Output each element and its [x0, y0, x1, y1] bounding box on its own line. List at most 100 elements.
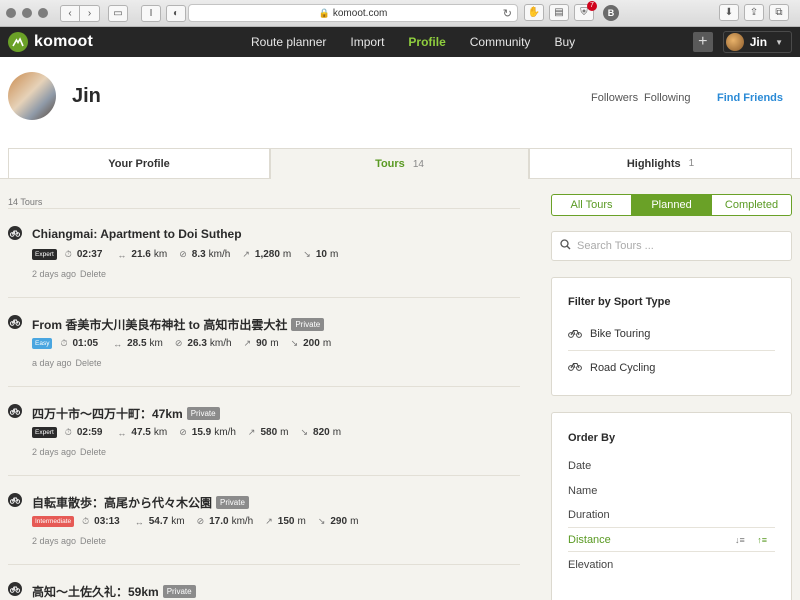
- nav-profile[interactable]: Profile: [408, 35, 445, 49]
- find-friends-link[interactable]: Find Friends: [717, 92, 783, 104]
- sort-ascending-icon[interactable]: ↑≡: [757, 535, 767, 545]
- tour-title-text: From 香美市大川美良布神社 to 高知市出雲大社: [32, 318, 288, 332]
- delete-link[interactable]: Delete: [80, 447, 106, 457]
- browser-toolbar: ‹ › ▭ I ◐ 🔒 komoot.com ↻ ✋ ▤ ⛨ 7 B ⬇ ⇪ ⧉: [0, 0, 800, 27]
- speed-stat: ⊘ 26.3 km/h: [175, 338, 232, 349]
- search-input[interactable]: [577, 240, 777, 252]
- sidebar-icon[interactable]: ▭: [108, 4, 128, 22]
- tour-title[interactable]: 自転車散歩：高尾から代々木公園 Private: [32, 494, 249, 511]
- segment-all-tours[interactable]: All Tours: [552, 195, 631, 215]
- uphill-unit: m: [280, 427, 289, 438]
- duration-value: 02:37: [76, 249, 103, 260]
- search-icon: [560, 237, 571, 255]
- downhill-stat: ↘ 10 m: [303, 249, 338, 260]
- tab-highlights[interactable]: Highlights 1: [529, 148, 792, 179]
- delete-link[interactable]: Delete: [80, 269, 106, 279]
- difficulty-badge: Easy: [32, 338, 53, 349]
- order-item-label: Date: [568, 459, 592, 472]
- komoot-logo[interactable]: komoot: [8, 32, 93, 52]
- speed-unit: km/h: [209, 338, 232, 349]
- tour-meta: 2 days ago Delete: [32, 447, 106, 457]
- distance-unit: km: [171, 516, 185, 527]
- speed-icon: ⊘: [196, 516, 205, 526]
- extension-b-icon[interactable]: B: [603, 4, 619, 21]
- nav-import[interactable]: Import: [350, 35, 384, 49]
- downhill-icon: ↘: [290, 338, 299, 348]
- user-menu[interactable]: Jin ▼: [722, 31, 792, 53]
- site-icon[interactable]: ◐: [166, 4, 186, 22]
- uphill-stat: ↗ 150 m: [265, 516, 306, 527]
- filter-item-label: Road Cycling: [590, 361, 656, 374]
- tour-date: 2 days ago: [32, 536, 77, 546]
- tour-item[interactable]: 高知〜土佐久礼：59km Private: [8, 564, 520, 600]
- filter-road-cycling[interactable]: Road Cycling: [568, 351, 775, 384]
- delete-link[interactable]: Delete: [76, 358, 102, 368]
- reload-icon[interactable]: ↻: [503, 7, 512, 20]
- tour-item[interactable]: From 香美市大川美良布神社 to 高知市出雲大社 Private Easy ⏱…: [8, 297, 520, 386]
- order-elevation[interactable]: Elevation: [568, 552, 775, 577]
- downhill-value: 820: [313, 427, 330, 438]
- distance-value: 28.5: [127, 338, 147, 349]
- address-bar[interactable]: 🔒 komoot.com ↻: [188, 4, 518, 22]
- filter-bike-touring[interactable]: Bike Touring: [568, 318, 775, 351]
- profile-tabs: Your Profile Tours 14 Highlights 1: [0, 148, 800, 179]
- following-link[interactable]: Following: [644, 92, 690, 104]
- distance-stat: ↔ 21.6 km: [117, 249, 167, 260]
- delete-link[interactable]: Delete: [80, 536, 106, 546]
- search-box: [551, 231, 792, 261]
- extension-icon[interactable]: ✋: [524, 4, 544, 21]
- tour-stats: Intermediate ⏱ 03:13 ↔ 54.7 km ⊘ 17.0 km/h ↗ 1…: [32, 516, 370, 527]
- window-controls[interactable]: [6, 8, 48, 18]
- tour-stats: Easy ⏱ 01:05 ↔ 28.5 km ⊘ 26.3 km/h ↗ 90 m ↘ 200 m: [32, 338, 343, 349]
- extension-2-icon[interactable]: ▤: [549, 4, 569, 21]
- nav-community[interactable]: Community: [470, 35, 531, 49]
- nav-route-planner[interactable]: Route planner: [251, 35, 326, 49]
- downloads-icon[interactable]: ⬇: [719, 4, 739, 21]
- downhill-stat: ↘ 290 m: [318, 516, 359, 527]
- tour-item[interactable]: 自転車散歩：高尾から代々木公園 Private Intermediate ⏱ 03:…: [8, 475, 520, 564]
- followers-link[interactable]: Followers: [591, 92, 638, 104]
- nav-buy[interactable]: Buy: [554, 35, 575, 49]
- order-distance[interactable]: Distance ↓≡ ↑≡: [568, 527, 775, 552]
- plus-icon[interactable]: +: [692, 32, 713, 52]
- distance-icon: ↔: [113, 338, 123, 349]
- tab-your-profile[interactable]: Your Profile: [8, 148, 270, 179]
- reader-icon[interactable]: I: [141, 4, 161, 22]
- order-date[interactable]: Date: [568, 453, 775, 478]
- shield-icon[interactable]: ⛨ 7: [574, 1, 597, 21]
- order-name[interactable]: Name: [568, 478, 775, 503]
- duration-value: 02:59: [76, 427, 103, 438]
- tour-title[interactable]: From 香美市大川美良布神社 to 高知市出雲大社 Private: [32, 316, 325, 333]
- tour-title-text: 四万十市〜四万十町：47km: [32, 407, 183, 421]
- forward-button[interactable]: ›: [80, 4, 100, 22]
- segment-completed[interactable]: Completed: [711, 195, 791, 215]
- tabs-icon[interactable]: ⧉: [769, 4, 789, 21]
- share-icon[interactable]: ⇪: [744, 4, 764, 21]
- tour-item[interactable]: 四万十市〜四万十町：47km Private Expert ⏱ 02:59 ↔ 47.…: [8, 386, 520, 475]
- tour-title[interactable]: 四万十市〜四万十町：47km Private: [32, 405, 220, 422]
- clock-icon: ⏱: [60, 338, 68, 348]
- distance-stat: ↔ 47.5 km: [117, 427, 167, 438]
- duration-stat: ⏱ 02:37: [65, 249, 106, 260]
- tab-count: 1: [688, 158, 695, 169]
- tab-tours[interactable]: Tours 14: [270, 148, 529, 179]
- back-button[interactable]: ‹: [60, 4, 80, 22]
- downhill-value: 200: [303, 338, 320, 349]
- brand-name: komoot: [34, 33, 93, 50]
- uphill-value: 150: [277, 516, 295, 527]
- sort-descending-icon[interactable]: ↓≡: [735, 535, 745, 545]
- private-badge: Private: [216, 496, 249, 509]
- order-duration[interactable]: Duration: [568, 502, 775, 527]
- tour-title[interactable]: 高知〜土佐久礼：59km Private: [32, 583, 196, 600]
- distance-stat: ↔ 28.5 km: [113, 338, 163, 349]
- tour-title[interactable]: Chiangmai: Apartment to Doi Suthep: [32, 227, 242, 241]
- bike-icon: [8, 315, 22, 329]
- segment-planned[interactable]: Planned: [631, 195, 711, 215]
- speed-stat: ⊘ 8.3 km/h: [179, 249, 230, 260]
- downhill-stat: ↘ 820 m: [300, 427, 341, 438]
- speed-value: 8.3: [191, 249, 206, 260]
- speed-unit: km/h: [208, 249, 231, 260]
- order-item-label: Distance: [568, 533, 611, 546]
- profile-avatar[interactable]: [8, 72, 56, 120]
- tour-item[interactable]: Chiangmai: Apartment to Doi Suthep Exper…: [8, 208, 520, 297]
